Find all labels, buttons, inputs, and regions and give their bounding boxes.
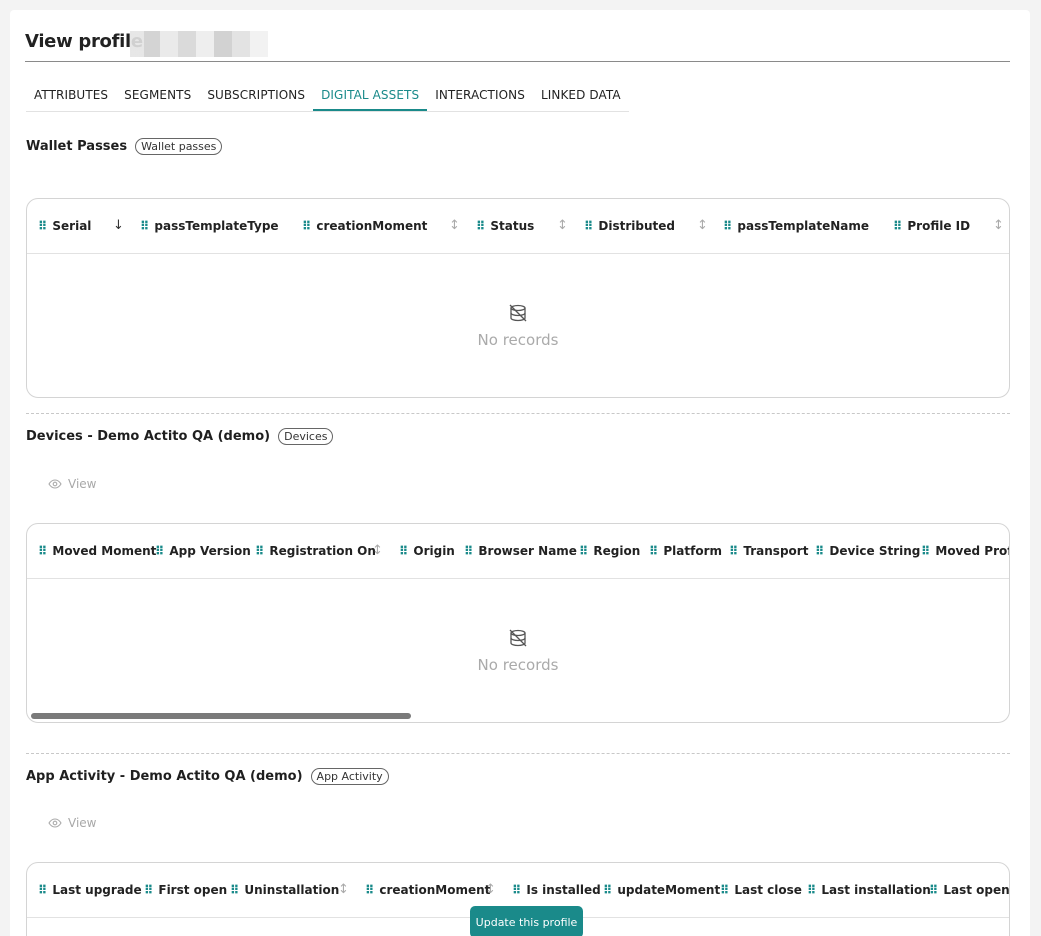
drag-handle-icon[interactable]: ⠿	[38, 883, 47, 897]
col-is-installed[interactable]: ⠿ Is installed	[512, 883, 601, 897]
update-profile-button[interactable]: Update this profile	[470, 906, 583, 936]
tab-attributes[interactable]: ATTRIBUTES	[26, 80, 116, 111]
drag-handle-icon[interactable]: ⠿	[649, 544, 658, 558]
drag-handle-icon[interactable]: ⠿	[38, 544, 47, 558]
drag-handle-icon[interactable]: ⠿	[512, 883, 521, 897]
wallet-badge: Wallet passes	[135, 138, 223, 155]
sort-icon[interactable]: ↕	[338, 882, 349, 897]
tab-digital-assets[interactable]: DIGITAL ASSETS	[313, 80, 428, 111]
horizontal-scrollbar[interactable]	[31, 713, 411, 719]
sort-icon[interactable]: ↕	[993, 218, 1004, 233]
col-distributed[interactable]: ⠿ Distributed	[584, 219, 675, 233]
col-last-installation[interactable]: ⠿ Last installation	[807, 883, 931, 897]
wallet-table-header: ⠿ Serial ↓ ⠿ passTemplateType ⠿ creationMom…	[27, 199, 1009, 254]
eye-icon	[48, 479, 62, 489]
tab-interactions[interactable]: INTERACTIONS	[427, 80, 533, 111]
drag-handle-icon[interactable]: ⠿	[399, 544, 408, 558]
drag-handle-icon[interactable]: ⠿	[729, 544, 738, 558]
sort-icon[interactable]: ↕	[485, 882, 496, 897]
col-browser-name[interactable]: ⠿ Browser Name	[464, 544, 577, 558]
wallet-table: ⠿ Serial ↓ ⠿ passTemplateType ⠿ creationMom…	[26, 198, 1010, 398]
drag-handle-icon[interactable]: ⠿	[579, 544, 588, 558]
col-transport[interactable]: ⠿ Transport	[729, 544, 808, 558]
drag-handle-icon[interactable]: ⠿	[893, 219, 902, 233]
section-divider	[26, 753, 1010, 754]
drag-handle-icon[interactable]: ⠿	[365, 883, 374, 897]
database-off-icon	[509, 304, 527, 322]
col-uninstallation[interactable]: ⠿ Uninstallation	[230, 883, 339, 897]
drag-handle-icon[interactable]: ⠿	[929, 883, 938, 897]
col-device-string[interactable]: ⠿ Device String	[815, 544, 920, 558]
col-origin[interactable]: ⠿ Origin	[399, 544, 455, 558]
section-divider	[26, 413, 1010, 414]
col-passtemplatetype[interactable]: ⠿ passTemplateType	[140, 219, 279, 233]
app-activity-view-button[interactable]: View	[48, 816, 96, 830]
devices-empty-text: No records	[477, 656, 559, 674]
col-serial[interactable]: ⠿ Serial	[38, 219, 91, 233]
sort-icon[interactable]: ↕	[697, 218, 708, 233]
col-last-open[interactable]: ⠿ Last open	[929, 883, 1009, 897]
col-moved-profile[interactable]: ⠿Moved Profile	[921, 544, 1009, 558]
wallet-title: Wallet Passes	[26, 139, 128, 154]
drag-handle-icon[interactable]: ⠿	[720, 883, 729, 897]
col-moved-moment[interactable]: ⠿ Moved Moment	[38, 544, 156, 558]
devices-view-label: View	[68, 477, 97, 491]
sort-icon[interactable]: ↕	[449, 218, 460, 233]
devices-table: ⠿ Moved Moment ⠿ App Version ⠿ Registration…	[26, 523, 1010, 723]
wallet-empty-state: No records	[27, 303, 1009, 349]
app-activity-section-title: App Activity - Demo Actito QA (demo) App…	[26, 768, 389, 785]
drag-handle-icon[interactable]: ⠿	[230, 883, 239, 897]
devices-empty-state: No records	[27, 628, 1009, 674]
drag-handle-icon[interactable]: ⠿	[723, 219, 732, 233]
col-first-open[interactable]: ⠿ First open	[144, 883, 227, 897]
col-creationmoment[interactable]: ⠿ creationMoment	[302, 219, 427, 233]
tab-bar: ATTRIBUTES SEGMENTS SUBSCRIPTIONS DIGITA…	[26, 80, 629, 112]
col-creationmoment[interactable]: ⠿ creationMoment	[365, 883, 490, 897]
tab-linked-data[interactable]: LINKED DATA	[533, 80, 629, 111]
devices-view-button[interactable]: View	[48, 477, 96, 491]
col-last-upgrade[interactable]: ⠿ Last upgrade	[38, 883, 142, 897]
title-divider	[25, 61, 1010, 62]
sort-icon[interactable]: ↕	[372, 543, 383, 558]
eye-icon	[48, 818, 62, 828]
tab-subscriptions[interactable]: SUBSCRIPTIONS	[199, 80, 313, 111]
app-activity-badge: App Activity	[310, 768, 389, 785]
devices-title: Devices - Demo Actito QA (demo)	[26, 429, 271, 444]
drag-handle-icon[interactable]: ⠿	[144, 883, 153, 897]
drag-handle-icon[interactable]: ⠿	[255, 544, 264, 558]
drag-handle-icon[interactable]: ⠿	[815, 544, 824, 558]
col-region[interactable]: ⠿ Region	[579, 544, 640, 558]
drag-handle-icon[interactable]: ⠿	[603, 883, 612, 897]
database-off-icon	[509, 629, 527, 647]
col-platform[interactable]: ⠿ Platform	[649, 544, 722, 558]
col-app-version[interactable]: ⠿ App Version	[155, 544, 251, 558]
drag-handle-icon[interactable]: ⠿	[38, 219, 47, 233]
drag-handle-icon[interactable]: ⠿	[464, 544, 473, 558]
devices-section-title: Devices - Demo Actito QA (demo) Devices	[26, 428, 334, 445]
col-updatemoment[interactable]: ⠿ updateMoment	[603, 883, 720, 897]
col-profile-id[interactable]: ⠿ Profile ID	[893, 219, 970, 233]
wallet-empty-text: No records	[477, 331, 559, 349]
col-status[interactable]: ⠿ Status	[476, 219, 534, 233]
drag-handle-icon[interactable]: ⠿	[807, 883, 816, 897]
wallet-section-title: Wallet Passes Wallet passes	[26, 138, 223, 155]
sort-desc-icon[interactable]: ↓	[113, 218, 124, 233]
drag-handle-icon[interactable]: ⠿	[584, 219, 593, 233]
tab-segments[interactable]: SEGMENTS	[116, 80, 199, 111]
app-activity-title: App Activity - Demo Actito QA (demo)	[26, 769, 303, 784]
sort-icon[interactable]: ↕	[557, 218, 568, 233]
drag-handle-icon[interactable]: ⠿	[921, 544, 930, 558]
devices-badge: Devices	[278, 428, 334, 445]
drag-handle-icon[interactable]: ⠿	[155, 544, 164, 558]
app-activity-view-label: View	[68, 816, 97, 830]
devices-table-header: ⠿ Moved Moment ⠿ App Version ⠿ Registration…	[27, 524, 1009, 579]
col-last-close[interactable]: ⠿ Last close	[720, 883, 802, 897]
col-passtemplatename[interactable]: ⠿ passTemplateName	[723, 219, 869, 233]
col-registration-on[interactable]: ⠿ Registration On	[255, 544, 376, 558]
drag-handle-icon[interactable]: ⠿	[140, 219, 149, 233]
redacted-name	[130, 31, 268, 57]
drag-handle-icon[interactable]: ⠿	[302, 219, 311, 233]
page-title: View profile	[25, 31, 143, 52]
drag-handle-icon[interactable]: ⠿	[476, 219, 485, 233]
